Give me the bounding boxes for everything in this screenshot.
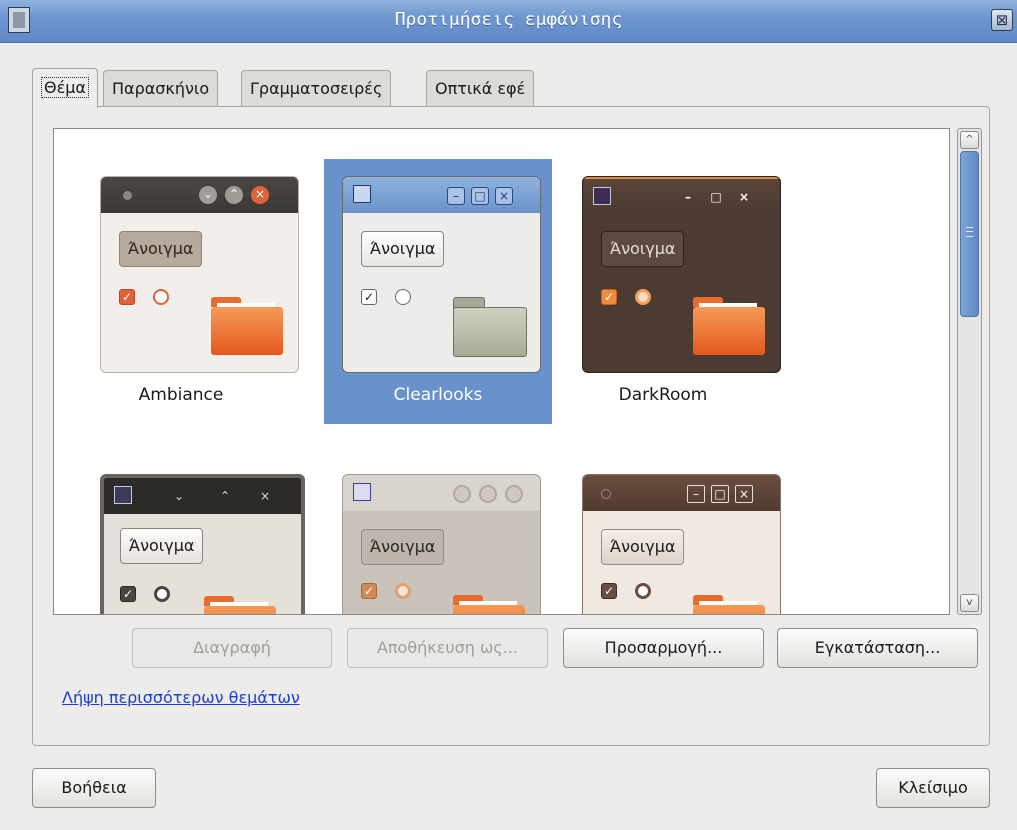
checkbox-icon: ✓ [601,583,617,599]
scroll-up-icon[interactable]: ^ [960,131,979,149]
minimize-icon: ⌄ [173,489,185,503]
preview-button-label: Άνοιγμα [119,231,203,267]
window-menu-icon [593,187,611,205]
maximize-icon [479,485,497,503]
title-bar[interactable]: Προτιμήσεις εμφάνισης ⊠ [0,0,1017,43]
folder-icon [693,297,765,355]
preview-button-label: Άνοιγμα [361,529,445,565]
radio-icon [153,289,169,305]
folder-icon [453,297,527,357]
window-menu-icon [353,185,371,203]
minimize-icon [453,485,471,503]
maximize-icon: □ [710,190,722,204]
theme-icon-view[interactable]: ⌄ ⌃ × Άνοιγμα ✓ Ambiance – □ × Άνοιγμα ✓… [53,128,950,615]
checkbox-icon: ✓ [601,289,617,305]
preview-button-label: Άνοιγμα [601,529,685,565]
radio-icon [395,583,411,599]
theme-item-4[interactable]: ⌄ ⌃ × Άνοιγμα ✓ [67,457,305,614]
folder-icon [204,596,276,614]
folder-icon [453,595,525,614]
help-button[interactable]: Βοήθεια [32,768,156,808]
appearance-preferences-window: Προτιμήσεις εμφάνισης ⊠ Θέμα Παρασκήνιο … [0,0,1017,830]
save-as-button[interactable]: Αποθήκευση ως... [347,628,548,668]
theme-name: DarkRoom [618,385,708,405]
checkbox-icon: ✓ [120,586,136,602]
theme-item-clearlooks[interactable]: – □ × Άνοιγμα ✓ Clearlooks [324,159,552,424]
install-button[interactable]: Εγκατάσταση... [777,628,978,668]
theme-name: Clearlooks [393,385,483,405]
checkbox-icon: ✓ [361,583,377,599]
maximize-icon: ⌃ [219,489,231,503]
close-window-icon[interactable]: ⊠ [991,9,1013,31]
minimize-icon: ⌄ [199,186,217,204]
window-title: Προτιμήσεις εμφάνισης [394,9,623,30]
theme-preview: – □ × Άνοιγμα ✓ [582,474,781,614]
tab-background[interactable]: Παρασκήνιο [103,70,219,106]
maximize-icon: ⌃ [225,186,243,204]
folder-icon [693,595,765,614]
preview-button-label: Άνοιγμα [601,231,685,267]
radio-icon [635,289,651,305]
radio-icon [395,289,411,305]
close-icon: × [259,489,271,503]
theme-preview: ⌄ ⌃ × Άνοιγμα ✓ [100,474,305,614]
radio-icon [635,583,651,599]
close-icon: × [735,485,753,503]
checkbox-icon: ✓ [119,289,135,305]
vertical-scrollbar[interactable]: ^ v [957,128,982,615]
delete-button[interactable]: Διαγραφή [132,628,332,668]
theme-item-5[interactable]: Άνοιγμα ✓ [309,457,541,614]
tab-theme[interactable]: Θέμα [32,68,98,108]
preview-button-label: Άνοιγμα [361,231,445,267]
theme-item-6[interactable]: – □ × Άνοιγμα ✓ [549,457,781,614]
theme-item-ambiance[interactable]: ⌄ ⌃ × Άνοιγμα ✓ Ambiance [67,159,299,424]
theme-name: Ambiance [138,385,224,405]
preview-button-label: Άνοιγμα [120,528,204,564]
tab-fonts[interactable]: Γραμματοσειρές [241,70,392,106]
get-more-themes-link[interactable]: Λήψη περισσότερων θεμάτων [62,688,300,707]
customize-button[interactable]: Προσαρμογή... [563,628,764,668]
minimize-icon: – [685,190,691,204]
maximize-icon: □ [471,187,489,205]
theme-item-darkroom[interactable]: – □ × Άνοιγμα ✓ DarkRoom [549,159,781,424]
theme-preview: ⌄ ⌃ × Άνοιγμα ✓ [100,176,299,373]
scrollbar-thumb[interactable] [960,151,979,317]
window-menu-icon [353,483,371,501]
close-button[interactable]: Κλείσιμο [876,768,990,808]
theme-preview: – □ × Άνοιγμα ✓ [342,176,541,373]
tab-theme-label: Θέμα [41,77,89,98]
close-icon: × [251,186,269,204]
folder-icon [211,297,283,355]
scroll-down-icon[interactable]: v [960,594,979,612]
tab-visual-effects[interactable]: Οπτικά εφέ [426,70,535,106]
theme-preview: Άνοιγμα ✓ [342,474,541,614]
radio-icon [154,586,170,602]
window-menu-icon [114,486,132,504]
minimize-icon: – [687,485,705,503]
close-icon: × [495,187,513,205]
close-icon: × [738,190,750,204]
maximize-icon: □ [711,485,729,503]
checkbox-icon: ✓ [361,289,377,305]
theme-preview: – □ × Άνοιγμα ✓ [582,176,781,373]
minimize-icon: – [447,187,465,205]
close-icon [505,485,523,503]
